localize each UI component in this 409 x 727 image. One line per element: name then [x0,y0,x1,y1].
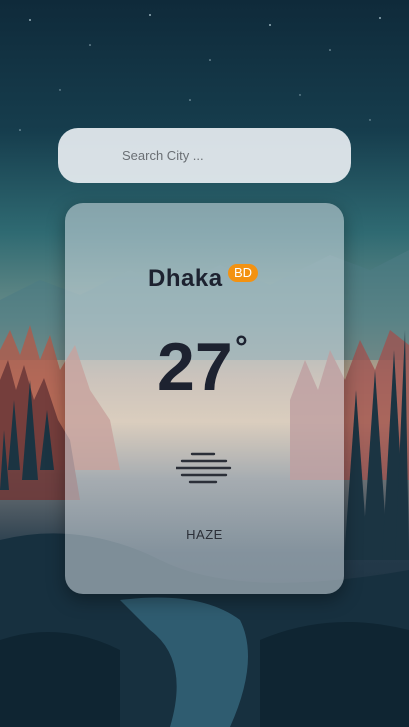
degree-symbol: ° [235,329,248,365]
city-name: Dhaka [148,265,223,292]
weather-card: Dhaka BD 27 ° HAZE [65,203,344,594]
app-screen: Dhaka BD 27 ° HAZE [0,0,409,727]
search-bar[interactable] [58,128,351,183]
temperature-value: 27 [157,329,233,405]
search-input[interactable] [120,147,324,164]
weather-description: HAZE [186,527,223,542]
haze-icon [176,452,232,484]
country-badge: BD [228,264,259,282]
